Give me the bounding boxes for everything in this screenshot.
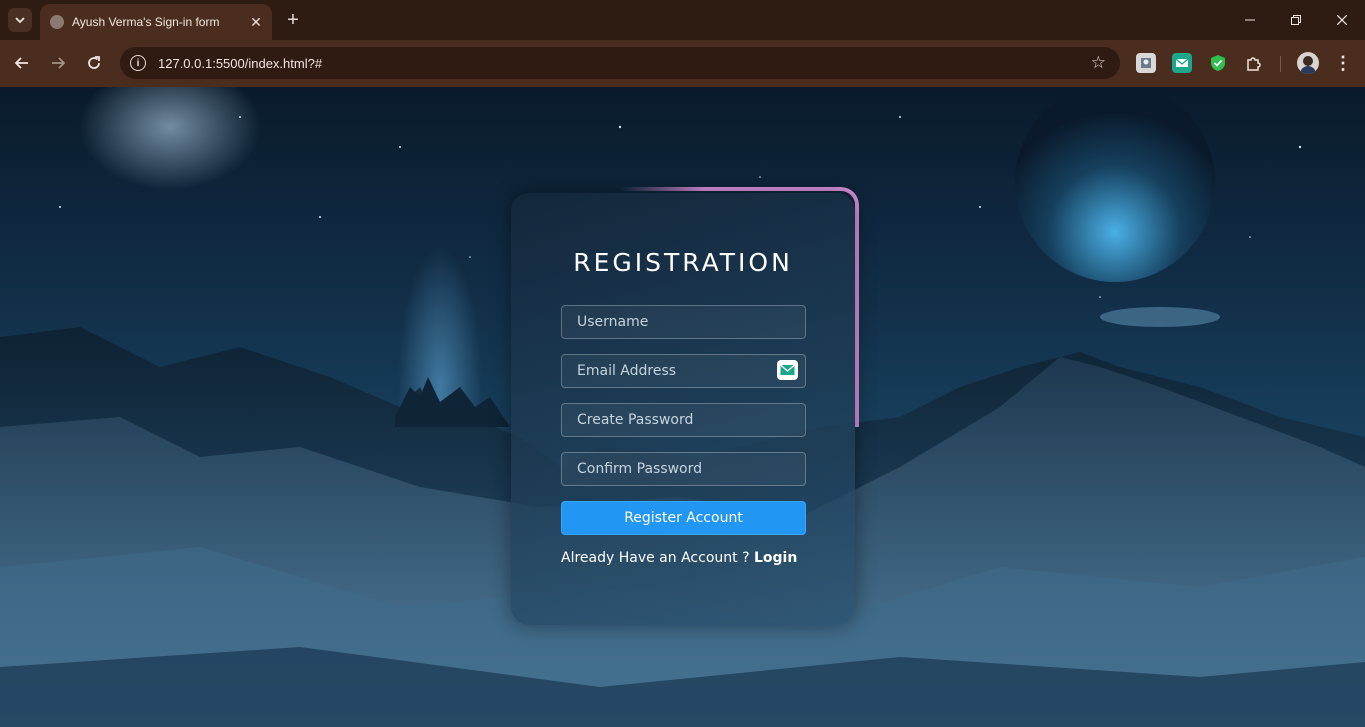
tab-search-button[interactable] [8, 8, 32, 32]
restore-icon [1291, 15, 1301, 25]
close-icon[interactable]: ✕ [248, 14, 264, 30]
extension-mail-icon[interactable] [1172, 53, 1192, 73]
back-button[interactable] [10, 51, 34, 75]
photo-icon [1141, 58, 1151, 68]
tab-title: Ayush Verma's Sign-in form [72, 15, 220, 29]
create-password-input[interactable]: Create Password [561, 403, 806, 437]
address-bar[interactable]: i 127.0.0.1:5500/index.html?# ☆ [120, 47, 1120, 79]
arrow-right-icon [52, 57, 66, 69]
tab-strip: Ayush Verma's Sign-in form ✕ + [0, 0, 1365, 40]
confirm-password-input[interactable]: Confirm Password [561, 452, 806, 486]
login-prompt-text: Already Have an Account ? [561, 550, 750, 566]
more-menu-icon[interactable]: ⋮ [1333, 52, 1353, 74]
reload-button[interactable] [82, 51, 106, 75]
extension-shield-icon[interactable] [1208, 53, 1228, 73]
site-info-icon[interactable]: i [130, 55, 146, 71]
new-tab-button[interactable]: + [282, 9, 304, 31]
browser-tab[interactable]: Ayush Verma's Sign-in form ✕ [40, 4, 272, 40]
minimize-icon [1245, 19, 1255, 21]
forward-button[interactable] [46, 51, 70, 75]
email-input[interactable]: Email Address [561, 354, 806, 388]
register-account-button[interactable]: Register Account [561, 501, 806, 535]
form-title: REGISTRATION [573, 248, 793, 277]
close-icon [1337, 15, 1347, 25]
arrow-left-icon [14, 57, 28, 69]
shield-icon [1211, 55, 1225, 71]
login-link[interactable]: Login [754, 550, 797, 566]
mail-icon [780, 364, 795, 375]
restore-button[interactable] [1273, 0, 1319, 40]
username-input[interactable]: Username [561, 305, 806, 339]
email-extension-icon[interactable] [777, 360, 798, 380]
extension-photo-icon[interactable] [1136, 53, 1156, 73]
login-prompt: Already Have an Account ? Login [561, 550, 797, 566]
minimize-button[interactable] [1227, 0, 1273, 40]
mail-icon [1175, 58, 1189, 67]
toolbar-divider [1280, 56, 1281, 72]
globe-icon [50, 15, 64, 29]
window-close-button[interactable] [1319, 0, 1365, 40]
puzzle-icon [1247, 57, 1261, 71]
browser-toolbar: i 127.0.0.1:5500/index.html?# ☆ ⋮ [0, 40, 1365, 87]
profile-avatar[interactable] [1297, 52, 1319, 74]
chevron-down-icon [15, 17, 25, 24]
url-text: 127.0.0.1:5500/index.html?# [158, 55, 323, 71]
extensions-puzzle-icon[interactable] [1244, 53, 1264, 73]
bookmark-star-icon[interactable]: ☆ [1091, 53, 1106, 73]
reload-icon [88, 56, 100, 69]
